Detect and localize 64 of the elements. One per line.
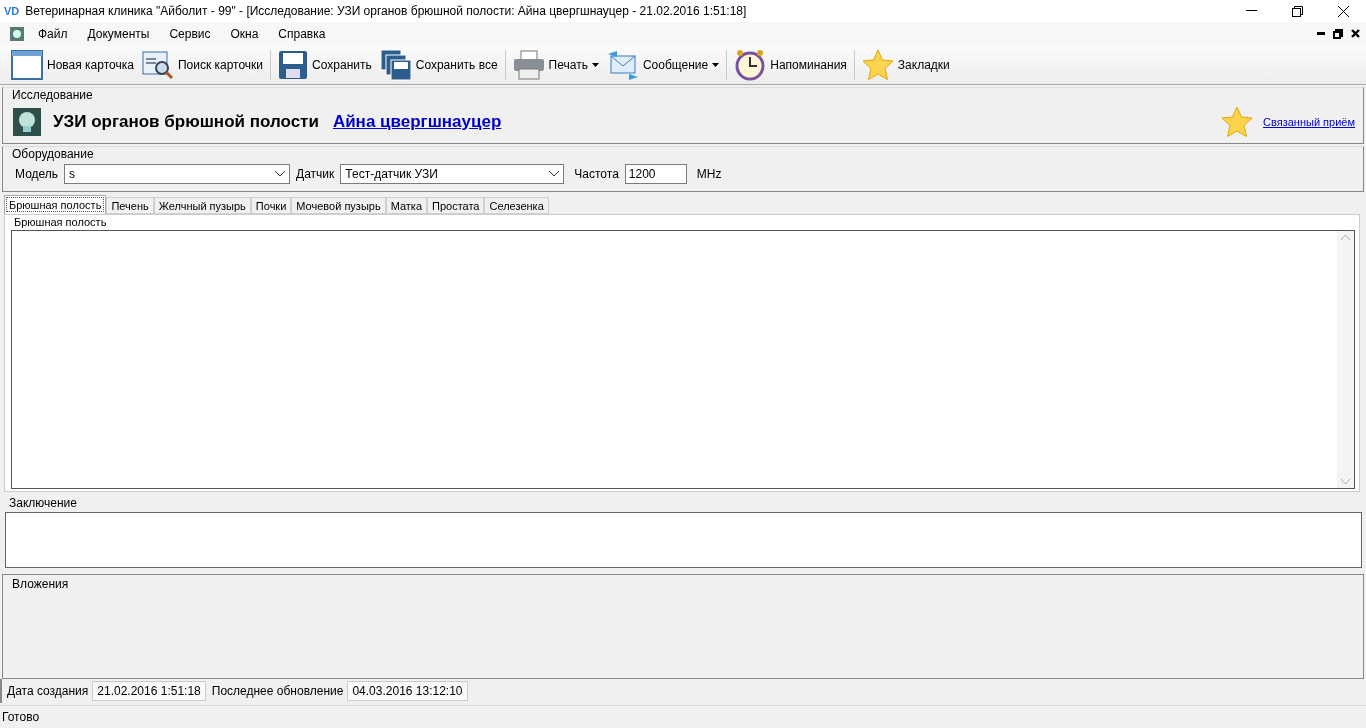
chevron-down-icon	[275, 171, 286, 178]
caret-icon	[591, 62, 599, 67]
tab[interactable]: Селезенка	[484, 197, 549, 215]
menu-item[interactable]: Документы	[77, 26, 160, 41]
toolbar-button[interactable]: Закладки	[858, 46, 953, 83]
created-date: 21.02.2016 1:51:18	[92, 681, 206, 702]
toolbar-button[interactable]: Сообщение	[603, 46, 723, 83]
toolbar-button[interactable]: Сохранить	[275, 46, 375, 83]
toolbar-button[interactable]: Напоминания	[731, 46, 850, 83]
tab[interactable]: Почки	[250, 197, 292, 215]
restore-icon	[1333, 28, 1343, 39]
toolbar-button[interactable]: Поиск карточки	[138, 46, 267, 83]
model-dropdown[interactable]: s	[64, 164, 291, 185]
minimize-icon	[1317, 32, 1325, 36]
window-title: Ветеринарная клиника "Айболит - 99" - [Исследование: УЗИ органов брюшной полости: Айна цвергшнауцер - 21.02.2016 1:51:18]	[25, 4, 748, 18]
tab[interactable]: Простата	[427, 197, 485, 215]
menu-item[interactable]: Сервис	[159, 26, 221, 41]
patient-link[interactable]: Айна цвергшнауцер	[332, 111, 502, 132]
star-icon	[1221, 105, 1254, 138]
app-logo: VD	[4, 5, 20, 17]
tab[interactable]: Желчный пузырь	[153, 197, 251, 215]
chevron-down-icon	[549, 171, 560, 178]
study-title: УЗИ органов брюшной полости	[53, 111, 319, 132]
field-label: Датчик	[296, 167, 335, 182]
tab[interactable]: Печень	[106, 197, 154, 215]
group-label: Заключение	[8, 496, 78, 510]
scrollbar[interactable]	[1337, 231, 1354, 488]
caret-icon	[712, 62, 720, 67]
related-visit-link[interactable]: Связанный приём	[1263, 115, 1355, 128]
frequency-field[interactable]: 1200	[624, 164, 687, 185]
window-icon	[11, 49, 43, 80]
sensor-dropdown[interactable]: Тест-датчик УЗИ	[340, 164, 565, 185]
updated-date: 04.03.2016 13:12:10	[347, 681, 468, 702]
floppy-disks-icon	[379, 48, 412, 81]
toolbar-button[interactable]: Печать	[509, 46, 602, 83]
status-text: Готово	[2, 710, 40, 725]
star-icon	[861, 48, 894, 81]
group-label: Оборудование	[11, 147, 95, 162]
field-label: Частота	[574, 167, 619, 182]
tab[interactable]: Мочевой пузырь	[291, 197, 386, 215]
alarm-clock-icon	[734, 48, 767, 81]
group-label: Вложения	[11, 576, 70, 591]
close-icon	[1337, 5, 1349, 17]
conclusion-field[interactable]	[5, 512, 1362, 568]
toolbar-button[interactable]: Новая карточка	[8, 46, 137, 83]
tab[interactable]: Матка	[385, 197, 427, 215]
group-label: Брюшная полость	[13, 215, 108, 230]
field-label: Дата создания	[7, 684, 89, 699]
close-icon	[1351, 29, 1360, 39]
minimize-icon	[1245, 10, 1257, 12]
group-label: Исследование	[11, 87, 94, 102]
chevron-down-icon	[1341, 479, 1350, 484]
tab[interactable]: Брюшная полость	[4, 195, 107, 215]
printer-icon	[512, 49, 545, 80]
field-label: Модель	[15, 167, 59, 182]
menu-item[interactable]: Файл	[28, 26, 78, 41]
restore-icon	[1291, 5, 1303, 17]
unit-label: MHz	[696, 167, 722, 182]
field-label: Последнее обновление	[211, 684, 344, 699]
chevron-up-icon	[1341, 235, 1350, 241]
menu-item[interactable]: Окна	[220, 26, 269, 41]
menu-item[interactable]: Справка	[268, 26, 336, 41]
toolbar-button[interactable]: Сохранить все	[376, 46, 501, 83]
magnifier-icon	[141, 49, 174, 80]
